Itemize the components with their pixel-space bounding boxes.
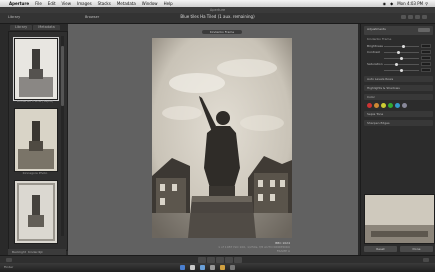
menu-images[interactable]: Images — [77, 1, 92, 6]
swatch-gray[interactable] — [402, 103, 407, 108]
adjust-row-3-knob[interactable] — [400, 56, 403, 60]
menu-aperture[interactable]: Aperture — [9, 1, 29, 6]
adjustments-header-popup[interactable] — [418, 28, 430, 32]
swatch-red[interactable] — [367, 103, 372, 108]
thumbnail-2[interactable] — [14, 108, 58, 172]
section-auto-levels[interactable]: Auto Levels Rows — [364, 76, 433, 82]
section-sharpen-edges[interactable]: Sharpen Edges — [364, 120, 433, 126]
adjustments-inspector: Adjustments Kinderiko Frame Brightness C… — [360, 24, 435, 255]
swatch-orange[interactable] — [374, 103, 379, 108]
brightness-value[interactable] — [421, 44, 431, 48]
crop-preview[interactable] — [364, 194, 435, 244]
browser-scrollbar[interactable] — [61, 36, 64, 236]
thumbnail-1-label: Kinderiko Frame (Sepia) — [17, 99, 53, 103]
menubar-clock[interactable]: Mon 4:03 PM — [397, 1, 423, 6]
thumbnail-3[interactable] — [14, 180, 58, 244]
aperture-dock-icon[interactable] — [230, 265, 235, 270]
dock-label: Finder — [4, 265, 14, 269]
viewer-area: Kinderiko Frame BBC 1024 1 of 1087 ISO 1… — [68, 24, 358, 255]
menubar-status-area: ◉ ◆ Mon 4:03 PM ⚲ — [383, 0, 432, 7]
contrast-value[interactable] — [421, 50, 431, 54]
saturation-label: Saturation — [367, 62, 383, 66]
crop-icon[interactable] — [415, 15, 420, 19]
menu-metadata[interactable]: Metadata — [117, 1, 136, 6]
swatch-green[interactable] — [388, 103, 393, 108]
window-title: Aperture — [209, 8, 226, 12]
section-highlights-label: Highlights & Shadows — [367, 86, 400, 90]
dock: Finder — [0, 263, 435, 272]
browser-panel: Kinderiko Frame (Sepia) Kinnagore Photo — [8, 31, 68, 251]
section-sharpen-label: Sharpen Edges — [367, 121, 390, 125]
inspector-toggle-icon[interactable] — [422, 15, 427, 19]
section-sepia-tone[interactable]: Sepia Tone — [364, 111, 433, 117]
menu-window[interactable]: Window — [142, 1, 158, 6]
thumbnail-2-label: Kinnagore Photo — [22, 171, 48, 175]
menu-bar: Aperture File Edit View Images Stacks Me… — [0, 0, 435, 7]
menu-edit[interactable]: Edit — [48, 1, 56, 6]
thumbnail-2-image — [15, 109, 57, 171]
viewer-title: Blue tiles Ha Tiled (1 aux. remaining) — [180, 14, 255, 19]
main-photo[interactable] — [152, 38, 292, 238]
spotlight-icon[interactable]: ⚲ — [425, 1, 428, 6]
dock-app-icon-2[interactable] — [190, 265, 195, 270]
thumbnail-3-image — [15, 181, 57, 243]
swatch-yellow[interactable] — [381, 103, 386, 108]
brightness-label: Brightness — [367, 44, 383, 48]
main-photo-image — [152, 38, 292, 238]
photo-version-tag: Kinderiko Frame — [202, 30, 242, 34]
saturation-slider[interactable] — [384, 64, 419, 65]
footer-label-1[interactable]: Backlight — [12, 250, 26, 254]
photo-meta-line2: 1 of 1087 ISO 100, 1/250s, f/8 AUTO KIND… — [218, 245, 290, 253]
section-auto-levels-label: Auto Levels Rows — [367, 77, 394, 81]
main-toolbar: Library Browser Blue tiles Ha Tiled (1 a… — [0, 13, 435, 24]
adjustments-header-label: Adjustments — [367, 27, 386, 31]
done-button[interactable]: Done — [400, 246, 433, 252]
section-highlights-shadows[interactable]: Highlights & Shadows — [364, 85, 433, 91]
saturation-value[interactable] — [421, 62, 431, 66]
bottom-right-control[interactable] — [423, 258, 429, 262]
swatch-blue[interactable] — [395, 103, 400, 108]
menu-stacks[interactable]: Stacks — [98, 1, 111, 6]
rotate-icon[interactable] — [401, 15, 406, 19]
scrollbar-thumb[interactable] — [61, 46, 64, 106]
adjust-row-5-knob[interactable] — [400, 68, 403, 72]
section-color[interactable]: Color — [364, 94, 433, 100]
footer-label-2[interactable]: Kinderdijk — [28, 250, 43, 254]
toolbar-icons — [399, 15, 427, 19]
thumbnail-1-image — [15, 39, 57, 99]
thumbnail-1[interactable] — [13, 37, 59, 101]
volume-icon[interactable]: ◆ — [390, 1, 393, 6]
bottom-left-control[interactable] — [6, 258, 12, 262]
finder-dock-icon[interactable] — [180, 265, 185, 270]
contrast-knob[interactable] — [396, 50, 400, 54]
menu-view[interactable]: View — [62, 1, 72, 6]
saturation-knob[interactable] — [394, 62, 398, 66]
adjustments-header: Adjustments — [364, 26, 433, 35]
section-sepia-label: Sepia Tone — [367, 112, 384, 116]
tab-library[interactable]: Library — [10, 25, 33, 30]
reset-button[interactable]: Reset — [364, 246, 397, 252]
contrast-label: Contrast — [367, 50, 380, 54]
section-color-label: Color — [367, 95, 375, 99]
wifi-icon[interactable]: ◉ — [383, 1, 387, 6]
inspector-buttons: Reset Done — [364, 246, 433, 252]
contrast-slider[interactable] — [384, 52, 419, 53]
menu-file[interactable]: File — [35, 1, 42, 6]
crop-preview-image — [365, 195, 434, 243]
dock-app-icon-5[interactable] — [220, 265, 225, 270]
adjust-row-3-value[interactable] — [421, 56, 431, 60]
menu-help[interactable]: Help — [164, 1, 173, 6]
dock-app-icon-4[interactable] — [210, 265, 215, 270]
adjust-row-5-value[interactable] — [421, 68, 431, 72]
stack-icon[interactable] — [408, 15, 413, 19]
adjustments-subtitle: Kinderiko Frame — [367, 37, 392, 41]
brightness-knob[interactable] — [401, 44, 405, 48]
left-panel-tabs: Library Metadata — [10, 25, 61, 30]
tab-metadata[interactable]: Metadata — [33, 25, 60, 30]
dock-app-icon-3[interactable] — [200, 265, 205, 270]
adjust-row-5 — [364, 67, 433, 73]
color-swatches — [367, 103, 430, 108]
